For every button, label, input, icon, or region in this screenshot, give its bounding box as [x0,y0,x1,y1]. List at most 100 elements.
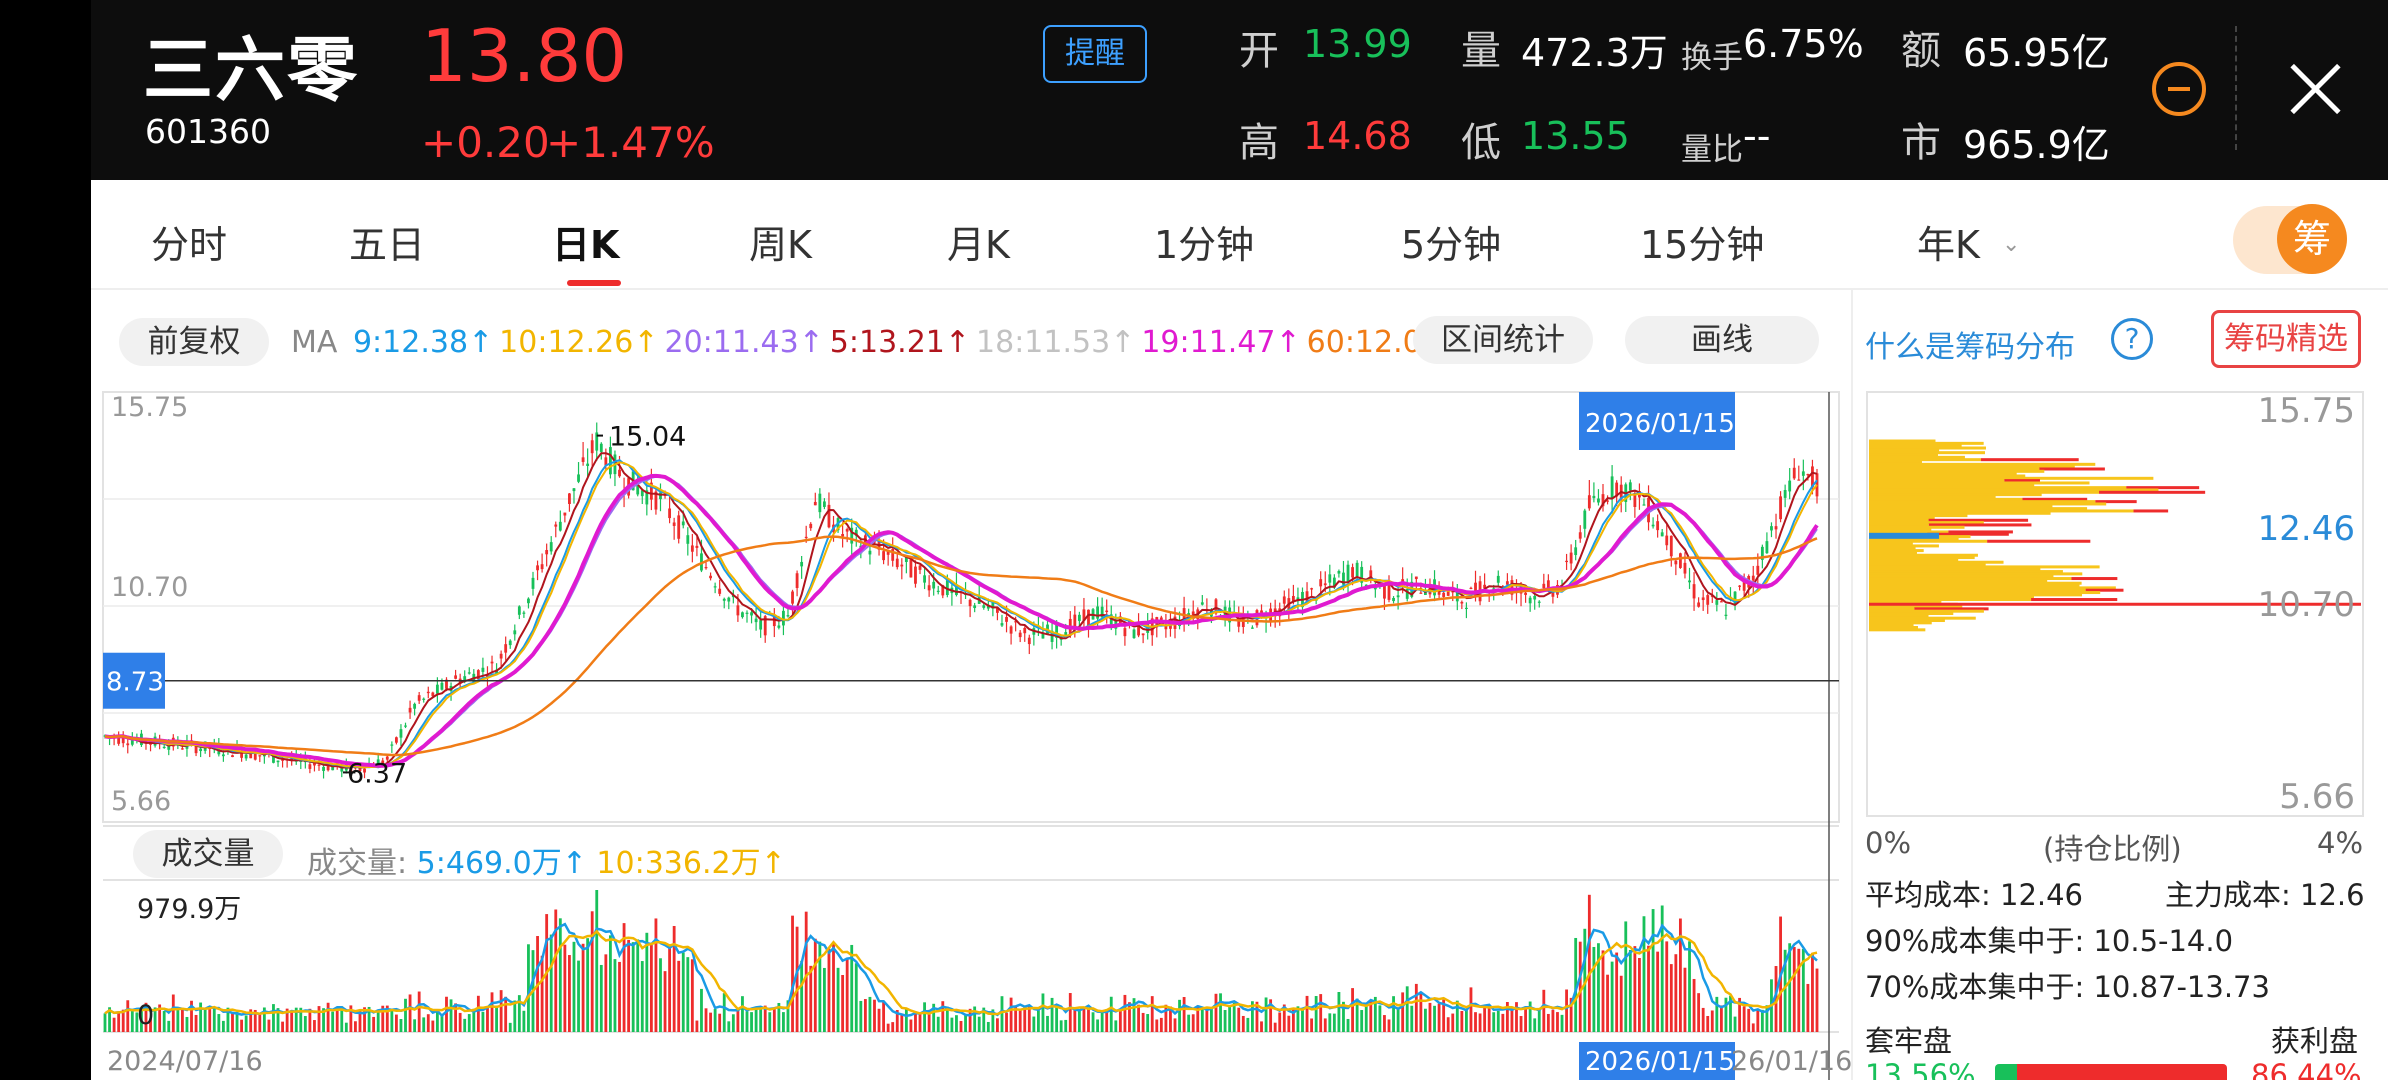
candle-body [1027,637,1031,645]
candle-body [180,748,184,750]
volume-bar [832,943,835,1032]
candle-body [1319,579,1323,587]
chip-help-link[interactable]: 什么是筹码分布 [1865,322,2075,366]
volume-bar [1401,992,1405,1032]
volume-bar [1606,974,1609,1032]
candle-body [1328,574,1332,583]
chevron-down-icon[interactable]: ⌄ [2002,232,2020,257]
candle-body [317,764,321,766]
turnover-label: 换手 [1681,40,1743,76]
candle-body [1779,496,1782,520]
candle-body [1460,601,1464,604]
volume-bar [1260,1021,1263,1032]
volume-bar [390,1009,394,1032]
volume-bar [1483,1006,1487,1032]
candle-body [1464,607,1468,610]
candle-body [1578,532,1582,539]
candle-body [914,566,917,584]
volume-bar [813,938,817,1032]
candle-body [1574,547,1578,556]
volume-bar [1715,996,1719,1032]
candle-body [1678,553,1682,568]
volume-bar [668,947,672,1032]
high-label: 高 [1239,120,1279,166]
candle-body [162,746,166,749]
tab-15min[interactable]: 15分钟 [1640,214,1764,269]
kline-chart[interactable]: 15.75 10.70 5.66 15.04 6.37 8.73 2026/01/15 979… [91,290,1851,1080]
candle-body [1077,614,1081,621]
candle-body [800,561,804,567]
ma-line-60 [104,535,1818,757]
volume-bar [759,1006,763,1032]
candle-body [1528,597,1532,604]
tab-yearly-k[interactable]: 年K [1917,214,1980,269]
amount-label: 额 [1901,28,1941,74]
volume-bar [936,1016,940,1032]
volume-bar [130,1011,134,1032]
volume-bar [718,1013,722,1032]
volume-bar [1364,1003,1368,1032]
tab-weekly-k[interactable]: 周K [749,214,812,269]
low-label: 低 [1461,120,1501,166]
close-icon[interactable] [2286,60,2344,118]
volume-bar [645,932,649,1032]
volume-bar [1756,1009,1760,1032]
volume-bar [1246,1017,1250,1032]
volume-bar [1414,983,1418,1032]
candle-body [1023,627,1027,634]
chip-toggle-knob[interactable]: 筹 [2277,204,2347,274]
candle-body [1719,601,1723,603]
tab-monthly-k[interactable]: 月K [947,214,1010,269]
volume-bar [458,1012,462,1032]
candle-body [1546,580,1550,588]
tab-five-day[interactable]: 五日 [349,214,425,269]
minus-circle-icon[interactable] [2152,62,2206,116]
tab-daily-k[interactable]: 日K [552,214,619,269]
candle-body [804,536,808,539]
volume-bar [1005,1012,1008,1032]
candle-body [199,748,203,752]
volume-bar [1155,1019,1159,1032]
tab-5min[interactable]: 5分钟 [1401,214,1501,269]
question-icon[interactable]: ? [2111,318,2153,360]
volume-bar [240,1019,244,1032]
candle-body [750,612,753,616]
chip-bar-profit [2133,509,2169,513]
candle-body [1770,526,1773,531]
candle-body [231,755,234,758]
volume-bar [290,1012,294,1032]
volume-bar [586,938,590,1032]
volume-bar [1383,1015,1386,1032]
crosshair-price-label: 8.73 [106,668,164,698]
candle-body [1569,552,1573,564]
volume-bar [595,890,599,1032]
volume-bar [891,1022,895,1032]
candle-body [672,522,676,526]
volume-bar [399,1019,403,1032]
volume-bar [1651,909,1655,1032]
volume-bar [1032,1016,1036,1032]
candle-body [1337,570,1341,574]
market-cap-value: 965.9亿 [1963,123,2110,167]
crosshair-date-label: 2026/01/15 [1585,409,1735,439]
candle-body [745,612,749,614]
tab-1min[interactable]: 1分钟 [1154,214,1254,269]
volume-bar [572,941,576,1032]
period-tabs: 分时 五日 日K 周K 月K 1分钟 5分钟 15分钟 年K ⌄ 筹 [91,180,2388,290]
volume-bar [1173,1018,1177,1032]
current-price: 13.80 [421,14,628,98]
vol-ratio-label: 量比 [1681,132,1743,168]
ma-line-9 [104,459,1818,769]
volume-bar [1469,987,1473,1032]
tab-intraday[interactable]: 分时 [151,214,227,269]
remind-button[interactable]: 提醒 [1043,25,1147,83]
candle-body [1751,575,1755,581]
volume-indicator-button[interactable]: 成交量 [133,830,283,878]
candle-body [454,675,458,679]
volume-bar [1346,1018,1350,1032]
chip-bar-profit [1980,458,2079,462]
volume-bar [836,967,840,1032]
volume-bar [404,998,407,1032]
volume-bar [344,1022,348,1032]
chip-select-button[interactable]: 筹码精选 [2211,310,2361,368]
